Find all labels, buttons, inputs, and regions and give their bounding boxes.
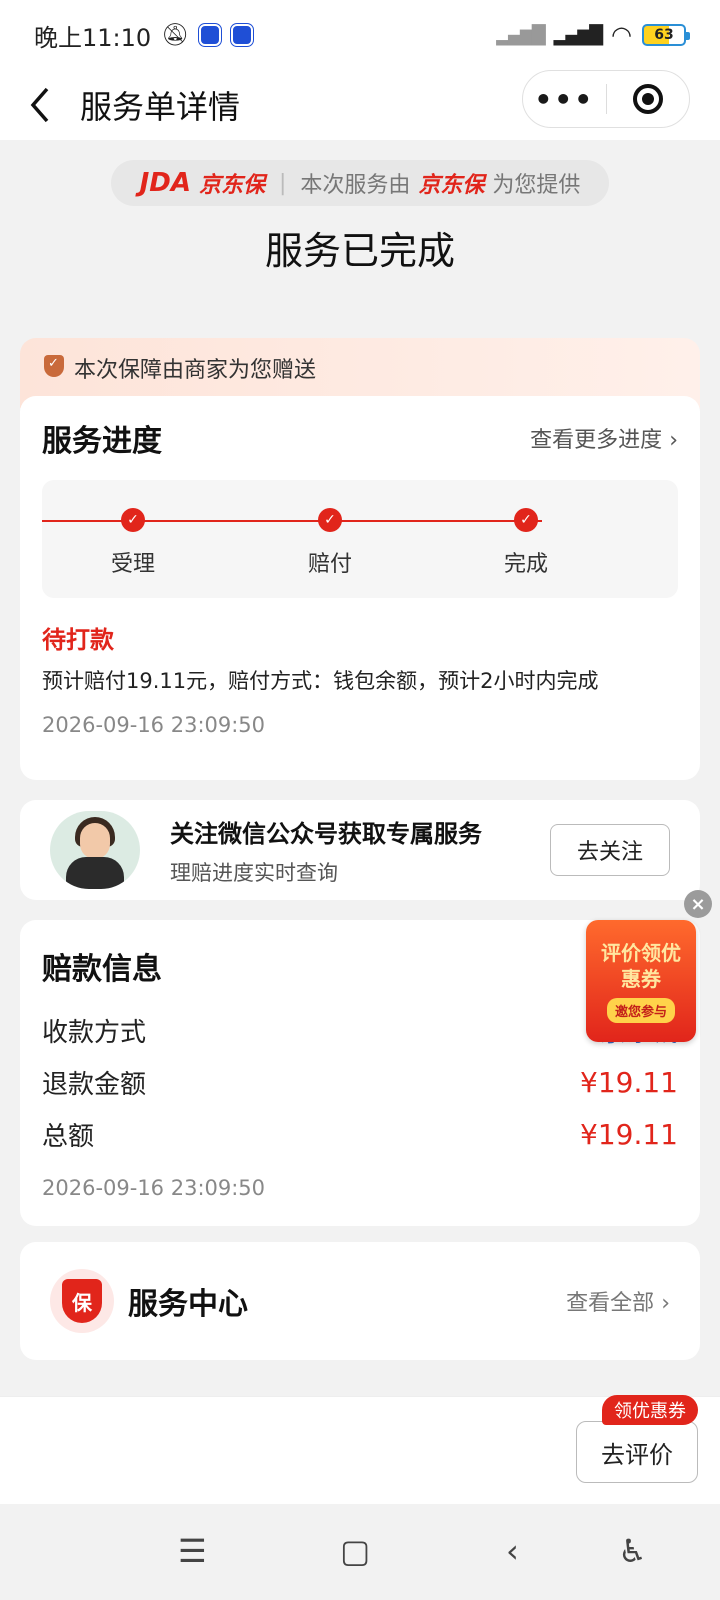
review-button[interactable]: 去评价: [576, 1421, 698, 1483]
status-time: 2026-09-16 23:09:50: [42, 713, 266, 737]
provider-suffix: 为您提供: [492, 173, 581, 198]
chevron-right-icon: ›: [661, 1291, 670, 1316]
target-icon: [632, 84, 663, 114]
status-time: 晚上11:10: [34, 23, 152, 52]
row-value: ¥19.11: [580, 1117, 678, 1151]
pill-divider: |: [278, 170, 287, 196]
shield-icon: [44, 355, 64, 377]
progress-title: 服务进度: [42, 424, 162, 459]
avatar: [50, 811, 140, 889]
follow-card: 关注微信公众号获取专属服务 理赔进度实时查询 去关注: [20, 800, 700, 900]
nav-bar: 服务单详情 •••: [0, 70, 720, 140]
app-notification-icon-2: [231, 24, 254, 46]
row-label: 总额: [42, 1121, 95, 1152]
payment-status: 待打款: [42, 626, 114, 654]
status-bar: 晚上11:10 🔕︎ ▂▄▆█ ▂▄▆█ ◠ 63: [0, 0, 720, 70]
shield-badge-icon: 保: [50, 1269, 114, 1333]
miniprogram-capsule: •••: [522, 70, 690, 128]
provider-banner: JDA 京东保 | 本次服务由 京东保 为您提供: [111, 160, 609, 206]
step-complete: ✓ 完成: [466, 508, 586, 578]
chevron-left-icon: [30, 87, 49, 123]
refund-amount-row: 退款金额 ¥19.11: [20, 1056, 700, 1108]
row-value: ¥19.11: [580, 1065, 678, 1099]
service-center-title: 服务中心: [128, 1287, 248, 1322]
jda-logo: JDA: [139, 168, 191, 198]
payment-time: 2026-09-16 23:09:50: [42, 1176, 266, 1200]
step-accept: ✓ 受理: [73, 508, 193, 578]
more-progress-link[interactable]: 查看更多进度 ›: [530, 422, 678, 454]
system-nav-bar: ☰ ▢ ‹ ♿︎: [0, 1504, 720, 1600]
mute-icon: 🔕︎: [161, 22, 190, 48]
follow-button[interactable]: 去关注: [550, 824, 670, 876]
page-title: 服务单详情: [80, 88, 241, 126]
signal-hd-icon: ▂▄▆█: [553, 24, 603, 46]
progress-steps: ✓ 受理 ✓ 赔付 ✓ 完成: [42, 480, 678, 598]
brand-name: 京东保: [198, 173, 265, 198]
provider-prefix: 本次服务由: [300, 173, 411, 198]
check-icon: ✓: [514, 508, 538, 532]
back-icon[interactable]: ‹: [506, 1532, 519, 1570]
review-coupon-promo[interactable]: 评价领优惠券 邀您参与: [586, 920, 696, 1042]
check-icon: ✓: [318, 508, 342, 532]
promo-join: 邀您参与: [606, 997, 675, 1023]
view-all-label: 查看全部: [566, 1291, 655, 1316]
close-miniprogram-button[interactable]: [607, 84, 690, 114]
back-button[interactable]: [0, 70, 80, 140]
badge-text: 保: [62, 1279, 102, 1323]
step-compensate: ✓ 赔付: [270, 508, 390, 578]
follow-title: 关注微信公众号获取专属服务: [170, 819, 482, 848]
bottom-action-bar: 去评价 领优惠券: [0, 1395, 720, 1504]
service-status-title: 服务已完成: [264, 229, 455, 273]
row-label: 收款方式: [42, 1017, 147, 1048]
payment-title: 赔款信息: [42, 952, 162, 987]
accessibility-icon[interactable]: ♿︎: [618, 1532, 647, 1570]
chevron-right-icon: ›: [669, 428, 678, 453]
battery-level: 63: [654, 27, 674, 43]
check-icon: ✓: [121, 508, 145, 532]
home-icon[interactable]: ▢: [340, 1532, 370, 1570]
progress-card: 服务进度 查看更多进度 › ✓ 受理 ✓ 赔付 ✓ 完成 待打款 预计赔付19.…: [20, 396, 700, 780]
battery-icon: 63: [642, 24, 690, 46]
total-amount-row: 总额 ¥19.11: [20, 1108, 700, 1160]
close-icon[interactable]: ×: [684, 890, 712, 918]
follow-subtitle: 理赔进度实时查询: [170, 860, 338, 885]
payment-description: 预计赔付19.11元，赔付方式：钱包余额，预计2小时内完成: [42, 669, 599, 693]
step-label: 赔付: [307, 552, 352, 577]
row-label: 退款金额: [42, 1069, 147, 1100]
promo-text: 评价领优惠券: [601, 940, 681, 991]
signal-icon: ▂▄▆█: [496, 24, 545, 46]
more-progress-label: 查看更多进度: [530, 428, 663, 453]
wifi-icon: ◠: [611, 21, 632, 49]
service-center-card[interactable]: 保 服务中心 查看全部 ›: [20, 1242, 700, 1360]
app-notification-icon: [199, 24, 222, 46]
view-all-link[interactable]: 查看全部 ›: [566, 1285, 670, 1317]
gift-banner-text: 本次保障由商家为您赠送: [74, 358, 317, 383]
more-button[interactable]: •••: [523, 83, 606, 116]
menu-icon[interactable]: ☰: [178, 1532, 207, 1570]
step-label: 受理: [110, 552, 155, 577]
coupon-tag: 领优惠券: [602, 1395, 698, 1425]
step-label: 完成: [503, 552, 548, 577]
provider-brand: 京东保: [418, 173, 485, 198]
